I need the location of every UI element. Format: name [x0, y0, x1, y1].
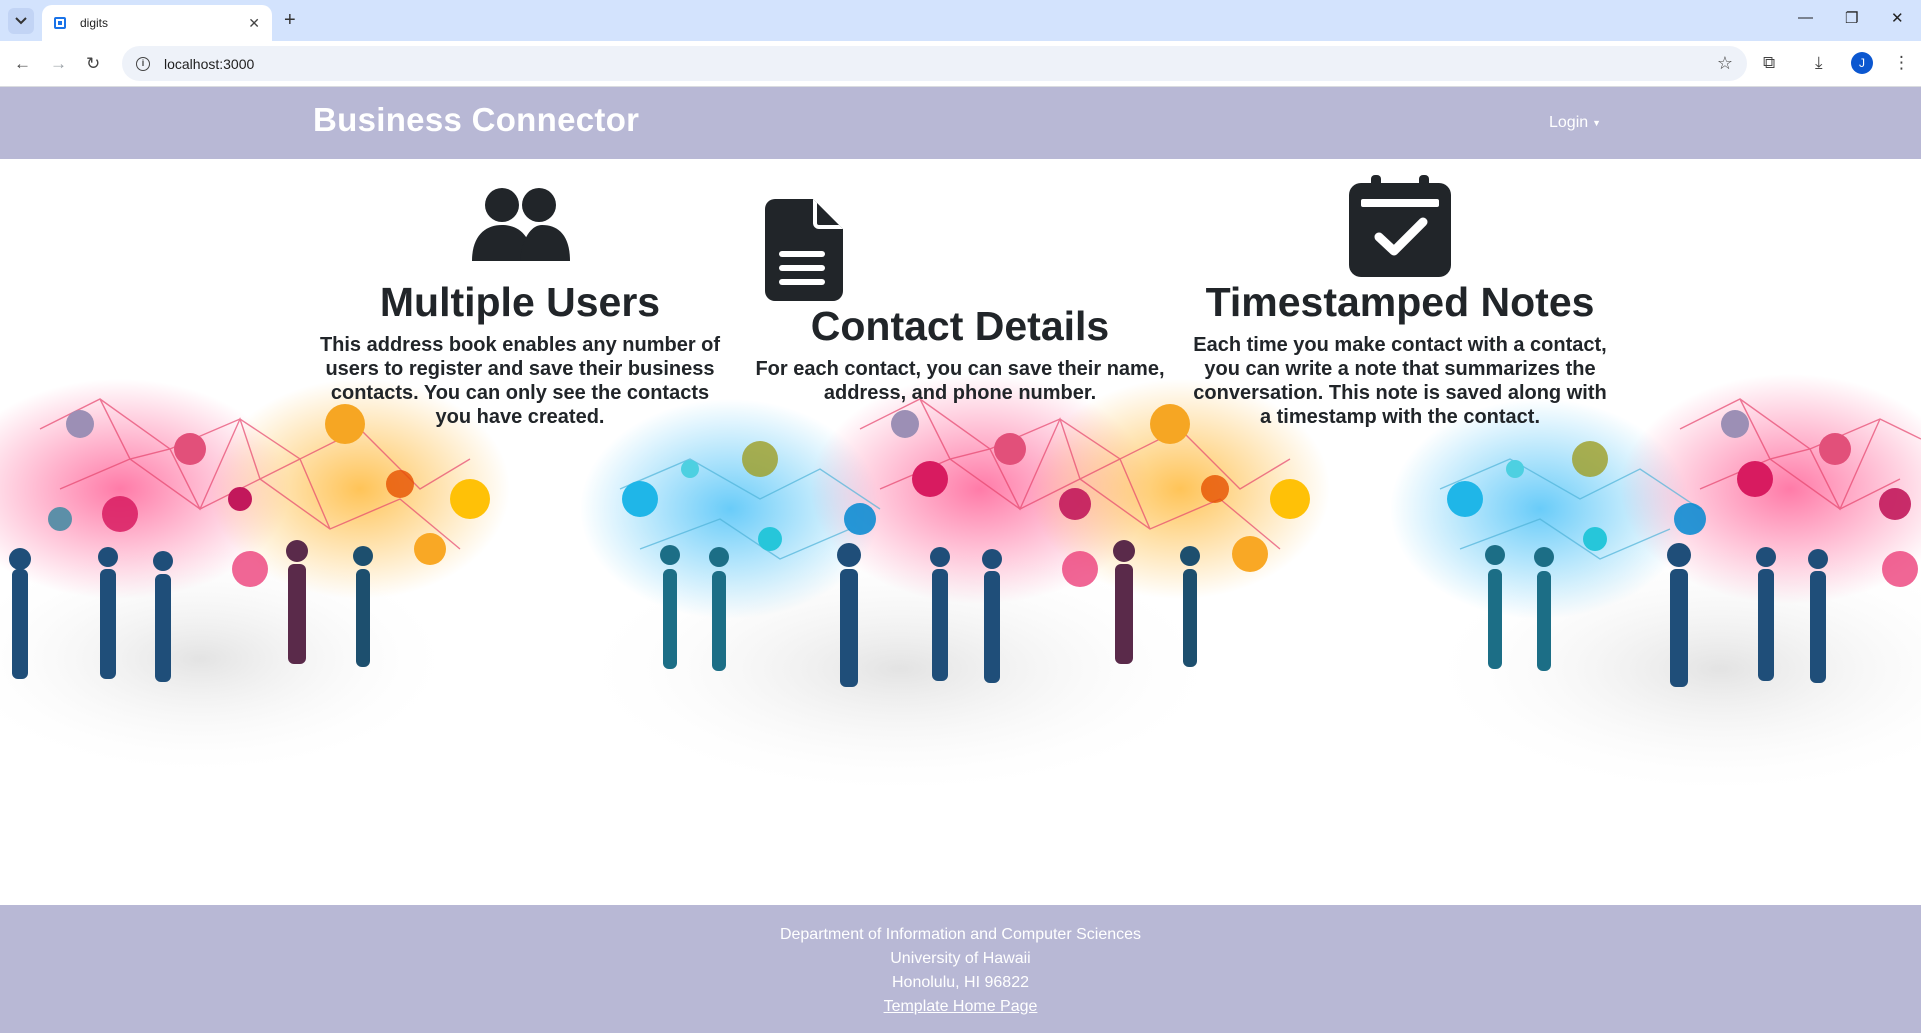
users-icon: [472, 188, 570, 261]
footer-university: University of Hawaii: [890, 950, 1031, 967]
login-dropdown[interactable]: Login ▼: [1549, 114, 1601, 132]
brand-title[interactable]: Business Connector: [313, 101, 639, 139]
address-url: localhost:3000: [164, 55, 255, 72]
reload-icon[interactable]: ↻: [86, 54, 100, 74]
document-icon: [765, 199, 843, 301]
feature-multiple-users: Multiple Users This address book enables…: [310, 185, 730, 429]
feature-title: Contact Details: [810, 303, 1110, 349]
feature-title: Timestamped Notes: [1205, 279, 1595, 325]
download-icon[interactable]: ⤓: [1815, 53, 1823, 73]
favicon-icon: [54, 17, 66, 29]
bookmark-star-icon[interactable]: ☆: [1717, 53, 1733, 74]
tab-title: digits: [80, 16, 109, 30]
chevron-down-icon: [15, 17, 27, 25]
feature-timestamped-notes: Timestamped Notes Each time you make con…: [1190, 175, 1610, 429]
landing-hero: Multiple Users This address book enables…: [0, 159, 1921, 905]
restore-icon[interactable]: ❐: [1845, 9, 1858, 27]
new-tab-button[interactable]: +: [284, 9, 296, 31]
browser-menu-icon[interactable]: ⋮: [1893, 53, 1910, 73]
feature-description: Each time you make contact with a contac…: [1193, 334, 1607, 428]
feature-title: Multiple Users: [379, 279, 661, 325]
feature-contact-details: Contact Details For each contact, you ca…: [755, 199, 1165, 405]
browser-tab-bar: digits ✕ + — ❐ ✕: [0, 0, 1921, 41]
app-navbar: Business Connector Login ▼: [0, 87, 1921, 159]
minimize-icon[interactable]: —: [1798, 9, 1813, 26]
browser-toolbar: ← → ↻ i localhost:3000 ☆ ⧉ ⤓ J ⋮: [0, 41, 1921, 87]
forward-icon[interactable]: →: [50, 54, 67, 74]
feature-description: For each contact, you can save their nam…: [755, 358, 1165, 404]
tab-close-icon[interactable]: ✕: [248, 15, 260, 32]
feature-description: This address book enables any number of …: [319, 334, 721, 428]
site-info-icon[interactable]: i: [136, 56, 150, 71]
calendar-check-icon: [1349, 175, 1451, 277]
window-close-icon[interactable]: ✕: [1891, 9, 1904, 27]
address-bar[interactable]: i localhost:3000 ☆: [122, 46, 1747, 81]
tab-search-button[interactable]: [8, 8, 34, 34]
browser-tab[interactable]: digits ✕: [42, 5, 272, 41]
profile-avatar[interactable]: J: [1851, 52, 1873, 74]
footer-department: Department of Information and Computer S…: [779, 926, 1142, 943]
back-icon[interactable]: ←: [14, 54, 31, 74]
extensions-icon[interactable]: ⧉: [1763, 53, 1775, 73]
caret-down-icon: ▼: [1592, 117, 1602, 128]
page-footer: Department of Information and Computer S…: [0, 905, 1921, 1033]
template-home-link[interactable]: Template Home Page: [884, 998, 1038, 1015]
login-label: Login: [1549, 114, 1589, 131]
footer-address: Honolulu, HI 96822: [892, 974, 1029, 991]
